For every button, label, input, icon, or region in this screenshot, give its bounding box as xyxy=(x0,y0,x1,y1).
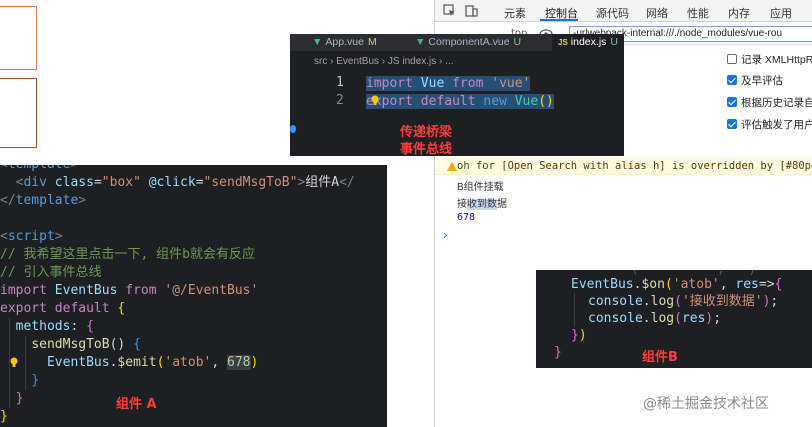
checkbox-checked[interactable] xyxy=(727,75,737,85)
editor-eventbus-index: ▼ App.vue M ▼ ComponentA.vue U JS index.js U s… xyxy=(290,34,624,156)
option-label: 评估触发了用户 xyxy=(741,119,812,131)
code-export-default: export default { xyxy=(0,301,126,316)
code-comment-1: // 我希望这里点击一下, 组件b就会有反应 xyxy=(0,247,255,262)
code-script-open: <script> xyxy=(0,229,63,244)
gutter-indicator xyxy=(290,125,296,133)
line-number: 1 xyxy=(336,75,344,90)
code-comment-2: // 引入事件总线 xyxy=(0,265,102,280)
tab-application[interactable]: 应用 xyxy=(770,5,792,21)
line-number: 2 xyxy=(336,93,344,108)
code-sendmsgtob: sendMsgToB() { xyxy=(31,337,141,352)
tab-memory[interactable]: 内存 xyxy=(728,5,750,21)
code-console-log-1: console.log('接收到数据'); xyxy=(588,294,779,309)
indent-guide xyxy=(9,318,10,408)
devtools-tabbar: 元素 控制台 源代码 网络 性能 内存 应用 xyxy=(435,0,812,22)
indent-guide xyxy=(25,336,26,390)
code-close-methods: } xyxy=(15,391,24,406)
code-emit: EventBus.$emit('atob', 678) xyxy=(46,355,259,370)
option-eval-user-activation[interactable]: 评估触发了用户 xyxy=(727,117,812,132)
label-component-b: 组件B xyxy=(642,350,678,365)
code-import-eventbus: import EventBus from '@/EventBus' xyxy=(0,283,259,298)
code-methods: methods: { xyxy=(15,319,94,334)
tab-index-js[interactable]: JS index.js U xyxy=(552,34,624,51)
code-import-vue: import Vue from 'vue' xyxy=(366,76,531,91)
indent-guide xyxy=(574,293,575,327)
checkbox-checked[interactable] xyxy=(727,97,737,107)
console-log-received: 接收到数据 xyxy=(457,199,507,210)
code-close-block: } xyxy=(554,345,562,360)
code-export-default: export default new Vue() xyxy=(366,94,554,109)
device-toolbar-icon[interactable] xyxy=(465,4,478,17)
editor-component-a: <template> <div class="box" @click="send… xyxy=(0,165,387,427)
option-label: 根据历史记录自 xyxy=(741,97,812,109)
option-eager-eval[interactable]: 及早评估 xyxy=(727,73,783,88)
tab-componenta-vue[interactable]: ▼ ComponentA.vue U xyxy=(415,36,521,48)
warning-text: oh for [Open Search with alias h] is ove… xyxy=(457,160,812,172)
code-close-export: } xyxy=(0,409,8,424)
lightbulb-icon[interactable] xyxy=(9,357,19,369)
label-component-a: 组件 A xyxy=(116,397,157,412)
option-autocomplete-history[interactable]: 根据历史记录自 xyxy=(727,95,812,110)
box-element-top[interactable] xyxy=(0,6,37,70)
tab-network[interactable]: 网络 xyxy=(646,5,668,21)
option-label: 及早评估 xyxy=(741,75,783,87)
option-log-xhr[interactable]: 记录 XMLHttpR xyxy=(727,52,812,67)
label-bridge: 传递桥梁 事件总线 xyxy=(400,125,453,156)
tab-app-vue[interactable]: ▼ App.vue M xyxy=(312,36,377,48)
tab-elements[interactable]: 元素 xyxy=(504,5,526,21)
code-template-open: <template> xyxy=(0,165,78,174)
console-warning: oh for [Open Search with alias h] is ove… xyxy=(435,158,812,175)
checkbox[interactable] xyxy=(727,54,737,64)
breadcrumb: src › EventBus › JS index.js › ... xyxy=(314,56,454,67)
code-on-atob: EventBus.$on('atob', res=>{ xyxy=(571,277,783,292)
code-console-log-2: console.log(res); xyxy=(588,311,722,326)
watermark: @稀土掘金技术社区 xyxy=(643,396,769,412)
code-template-close: </template> xyxy=(0,193,87,208)
console-log-mounted: B组件挂载 xyxy=(457,182,504,193)
warning-icon xyxy=(447,162,457,171)
lightbulb-icon[interactable] xyxy=(370,95,380,107)
code-close-fn: } xyxy=(31,373,40,388)
editor-tabbar: ▼ App.vue M ▼ ComponentA.vue U JS index.js U xyxy=(290,34,624,51)
tab-performance[interactable]: 性能 xyxy=(687,5,709,21)
code-div-box: <div class="box" @click="sendMsgToB">组件A… xyxy=(15,175,355,190)
console-log-number: 678 xyxy=(457,212,476,223)
checkbox-checked[interactable] xyxy=(727,119,737,129)
tab-sources[interactable]: 源代码 xyxy=(596,5,629,21)
editor-component-b: ( , ) EventBus.$on('atob', res=>{ consol… xyxy=(536,270,812,368)
inspect-icon[interactable] xyxy=(443,4,456,17)
option-label: 记录 XMLHttpR xyxy=(741,54,812,66)
box-element-bottom[interactable] xyxy=(0,78,37,148)
code-close-on: }) xyxy=(571,328,587,343)
active-tab-indicator xyxy=(540,19,578,21)
console-prompt-chevron-icon[interactable]: › xyxy=(443,228,448,242)
